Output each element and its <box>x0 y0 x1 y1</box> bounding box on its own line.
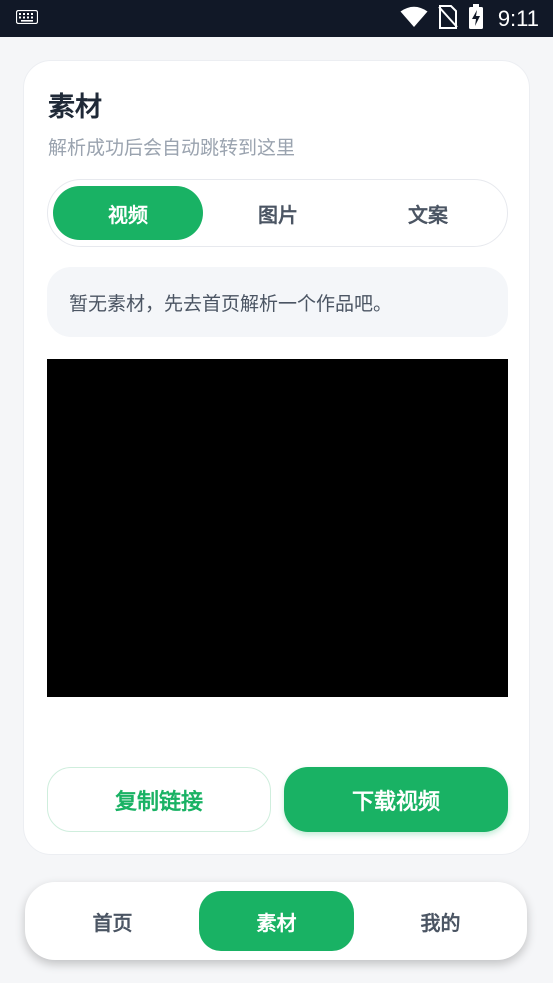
video-preview[interactable] <box>47 359 508 697</box>
tab-image[interactable]: 图片 <box>203 186 353 240</box>
bottom-nav: 首页 素材 我的 <box>25 882 527 960</box>
tab-video[interactable]: 视频 <box>53 186 203 240</box>
wifi-icon <box>400 6 428 32</box>
nav-mine[interactable]: 我的 <box>363 891 518 951</box>
empty-notice-text: 暂无素材，先去首页解析一个作品吧。 <box>69 292 393 315</box>
status-bar: 9:11 <box>0 0 553 37</box>
material-card: 素材 解析成功后会自动跳转到这里 视频 图片 文案 暂无素材，先去首页解析一个作… <box>23 60 530 855</box>
battery-charging-icon <box>468 3 484 34</box>
download-video-button[interactable]: 下载视频 <box>284 767 508 832</box>
nav-home[interactable]: 首页 <box>35 891 190 951</box>
no-sim-icon <box>438 4 458 33</box>
keyboard-icon <box>15 9 39 28</box>
media-type-tabs: 视频 图片 文案 <box>47 179 508 247</box>
clock: 9:11 <box>497 5 539 31</box>
tab-copywriting[interactable]: 文案 <box>353 186 503 240</box>
nav-material[interactable]: 素材 <box>199 891 354 951</box>
empty-notice: 暂无素材，先去首页解析一个作品吧。 <box>47 267 508 337</box>
page-subtitle: 解析成功后会自动跳转到这里 <box>48 137 296 159</box>
copy-link-button[interactable]: 复制链接 <box>47 767 271 832</box>
page-title: 素材 <box>48 92 102 123</box>
